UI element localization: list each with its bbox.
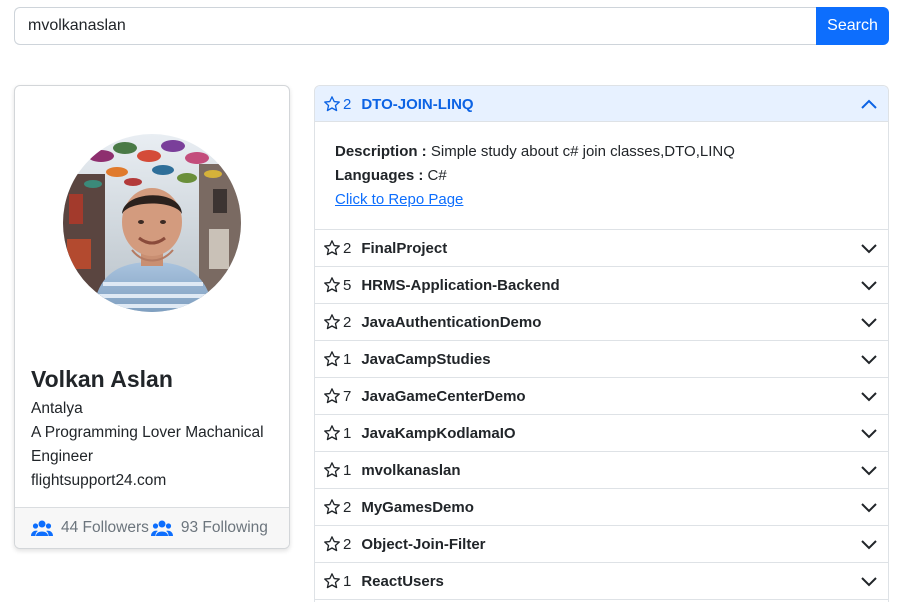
following-stat: 93 Following — [150, 519, 268, 537]
repo-item: 2 Object-Join-Filter — [315, 526, 888, 563]
repo-details: Description : Simple study about c# join… — [315, 122, 888, 229]
search-button[interactable]: Search — [816, 7, 889, 45]
languages-label: Languages : — [335, 167, 424, 184]
chevron-up-icon — [861, 99, 877, 109]
repo-languages: C# — [427, 167, 447, 184]
star-outline-icon — [324, 314, 340, 330]
profile-bio: A Programming Lover Machanical Engineer — [31, 424, 264, 465]
repo-header[interactable]: 2 FinalProject — [315, 230, 888, 266]
chevron-down-icon — [861, 503, 877, 513]
repo-star-count: 1 — [343, 350, 352, 368]
repo-star-count: 5 — [343, 276, 352, 294]
repo-page-link[interactable]: Click to Repo Page — [335, 191, 463, 208]
chevron-down-icon — [861, 355, 877, 365]
repo-item: 1 mvolkanaslan — [315, 452, 888, 489]
followers-stat: 44 Followers — [31, 519, 149, 537]
repo-item: 7 JavaGameCenterDemo — [315, 378, 888, 415]
repo-item: 5 HRMS-Application-Backend — [315, 267, 888, 304]
repo-name: ReactUsers — [361, 572, 444, 590]
repo-item: 2 DTO-JOIN-LINQ Description : Simple stu… — [315, 86, 888, 230]
profile-card: Volkan Aslan Antalya A Programming Lover… — [14, 85, 290, 549]
star-outline-icon — [324, 573, 340, 589]
chevron-down-icon — [861, 281, 877, 291]
repo-name: FinalProject — [361, 239, 448, 257]
repo-name: JavaGameCenterDemo — [361, 387, 526, 405]
star-outline-icon — [324, 351, 340, 367]
repo-item: 1 JavaCampStudies — [315, 341, 888, 378]
chevron-down-icon — [861, 318, 877, 328]
chevron-down-icon — [861, 392, 877, 402]
search-input[interactable] — [14, 7, 816, 45]
repo-star-count: 2 — [343, 239, 352, 257]
repo-star-count: 2 — [343, 535, 352, 553]
repo-star-count: 1 — [343, 572, 352, 590]
chevron-down-icon — [861, 466, 877, 476]
people-icon — [31, 520, 53, 536]
repo-header[interactable]: 1 JavaCampStudies — [315, 341, 888, 377]
repo-description: Simple study about c# join classes,DTO,L… — [430, 143, 735, 160]
profile-name: Volkan Aslan — [31, 366, 173, 392]
repo-header[interactable]: 1 ReactUsers — [315, 563, 888, 599]
repo-header[interactable]: 2 DTO-JOIN-LINQ — [315, 86, 888, 122]
repo-languages-row: Languages : C# — [335, 164, 868, 188]
repo-item: 2 MyGamesDemo — [315, 489, 888, 526]
star-outline-icon — [324, 277, 340, 293]
repo-item: 1 ReactUsers — [315, 563, 888, 600]
avatar — [63, 134, 241, 312]
repo-name: HRMS-Application-Backend — [361, 276, 560, 294]
repo-star-count: 2 — [343, 498, 352, 516]
following-count: 93 Following — [180, 519, 268, 536]
chevron-down-icon — [861, 577, 877, 587]
star-outline-icon — [324, 499, 340, 515]
profile-location: Antalya — [31, 400, 83, 417]
repo-star-count: 1 — [343, 424, 352, 442]
repo-star-count: 1 — [343, 461, 352, 479]
search-bar: Search — [14, 7, 889, 45]
description-label: Description : — [335, 143, 427, 160]
repo-header[interactable]: 7 JavaGameCenterDemo — [315, 378, 888, 414]
repo-star-count: 2 — [343, 313, 352, 331]
star-outline-icon — [324, 536, 340, 552]
profile-stats: 44 Followers 93 Following — [15, 507, 289, 548]
repo-description-row: Description : Simple study about c# join… — [335, 140, 868, 164]
star-outline-icon — [324, 96, 340, 112]
followers-count: 44 Followers — [61, 519, 149, 536]
repo-header[interactable]: 1 mvolkanaslan — [315, 452, 888, 488]
chevron-down-icon — [861, 244, 877, 254]
repo-name: DTO-JOIN-LINQ — [361, 95, 474, 113]
repo-name: mvolkanaslan — [361, 461, 461, 479]
repo-header[interactable]: 2 Object-Join-Filter — [315, 526, 888, 562]
repo-header[interactable]: 2 JavaAuthenticationDemo — [315, 304, 888, 340]
repo-header[interactable]: 2 MyGamesDemo — [315, 489, 888, 525]
people-icon — [150, 520, 173, 536]
repo-item: 1 JavaKampKodlamaIO — [315, 415, 888, 452]
repo-star-count: 7 — [343, 387, 352, 405]
repo-name: MyGamesDemo — [361, 498, 474, 516]
chevron-down-icon — [861, 429, 877, 439]
chevron-down-icon — [861, 540, 877, 550]
repo-item: 2 FinalProject — [315, 230, 888, 267]
repo-accordion: 2 DTO-JOIN-LINQ Description : Simple stu… — [314, 85, 889, 602]
star-outline-icon — [324, 425, 340, 441]
repo-star-count: 2 — [343, 95, 352, 113]
star-outline-icon — [324, 462, 340, 478]
repo-name: JavaAuthenticationDemo — [361, 313, 542, 331]
repo-name: JavaCampStudies — [361, 350, 491, 368]
repo-name: JavaKampKodlamaIO — [361, 424, 516, 442]
profile-website: flightsupport24.com — [31, 472, 167, 489]
repo-item: 2 JavaAuthenticationDemo — [315, 304, 888, 341]
repo-header[interactable]: 1 JavaKampKodlamaIO — [315, 415, 888, 451]
repo-header[interactable]: 5 HRMS-Application-Backend — [315, 267, 888, 303]
star-outline-icon — [324, 388, 340, 404]
star-outline-icon — [324, 240, 340, 256]
repo-name: Object-Join-Filter — [361, 535, 486, 553]
